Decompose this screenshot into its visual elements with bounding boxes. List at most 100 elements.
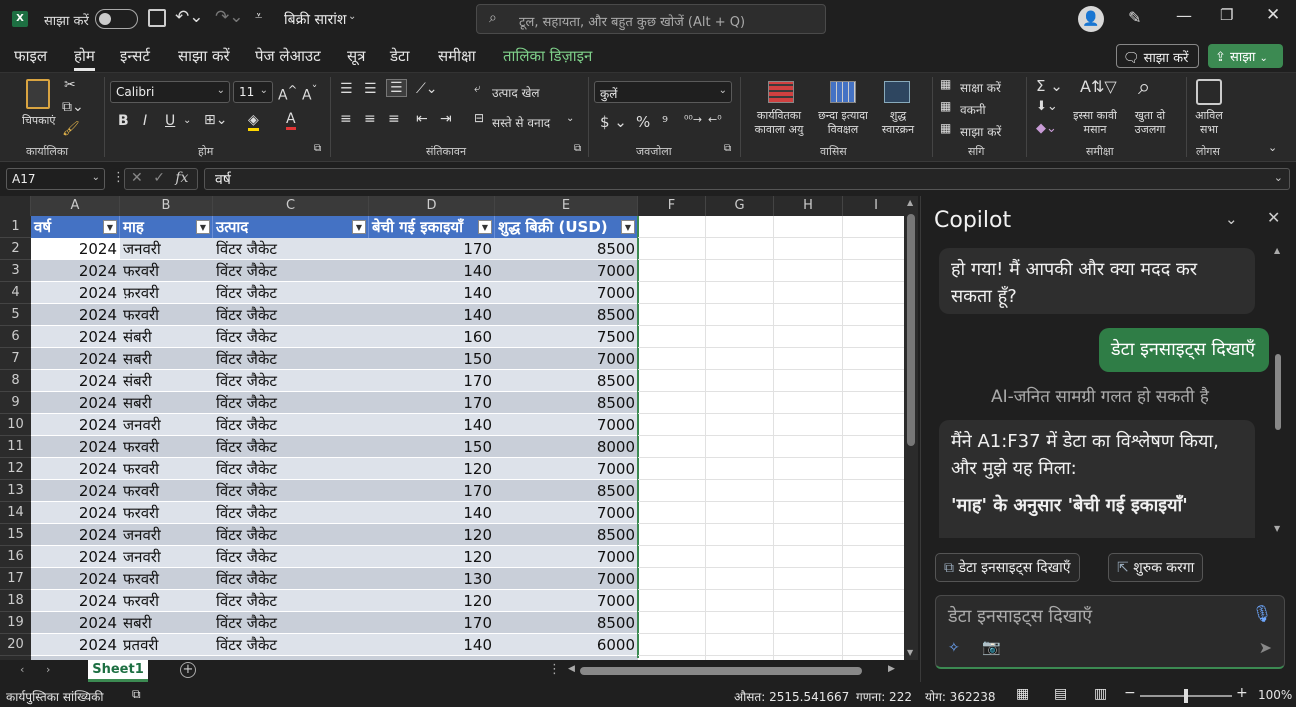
dialog-launcher-icon[interactable]: ⧉	[724, 143, 731, 154]
table-cell[interactable]: फरवरी	[120, 436, 213, 458]
vertical-scrollbar[interactable]: ▲ ▼	[904, 196, 918, 660]
align-bottom-icon[interactable]: ☰	[386, 79, 407, 97]
table-cell[interactable]: 140	[369, 282, 495, 304]
format-painter-icon[interactable]: 🖌	[62, 121, 80, 137]
table-header-cell[interactable]: वर्ष ▼	[31, 216, 120, 238]
table-cell[interactable]: संबरी	[120, 326, 213, 348]
cancel-icon[interactable]: ✕	[131, 170, 143, 186]
delete-cells-label[interactable]: वकनी	[960, 101, 986, 118]
find-select-label[interactable]: खुता दो उजलगा	[1126, 109, 1174, 137]
column-header-b[interactable]: B	[120, 196, 213, 216]
normal-view-icon[interactable]: ▦	[1016, 686, 1029, 702]
table-cell[interactable]: विंटर जैकेट	[213, 414, 369, 436]
filter-dropdown-icon[interactable]: ▼	[352, 220, 366, 234]
table-cell[interactable]: 8500	[495, 370, 638, 392]
row-header[interactable]: 2	[0, 238, 31, 260]
clear-icon[interactable]: ◆⌄	[1036, 121, 1057, 136]
italic-icon[interactable]: I	[143, 113, 147, 129]
table-cell[interactable]: 7000	[495, 546, 638, 568]
share-green-button[interactable]: ⇪ साझा ⌄	[1208, 44, 1283, 68]
hscroll-left-icon[interactable]: ◀	[568, 664, 575, 674]
row-header[interactable]: 7	[0, 348, 31, 370]
find-select-icon[interactable]: ⌕	[1138, 75, 1150, 100]
percent-icon[interactable]: %	[636, 113, 650, 131]
table-cell[interactable]: 170	[369, 612, 495, 634]
table-cell[interactable]: 7000	[495, 282, 638, 304]
copilot-options-icon[interactable]: ⌄	[1225, 210, 1238, 228]
table-cell[interactable]: 2024	[31, 392, 120, 414]
align-top-icon[interactable]: ☰	[340, 81, 353, 97]
table-cell[interactable]: 8500	[495, 392, 638, 414]
table-cell[interactable]: फरवरी	[120, 568, 213, 590]
avatar[interactable]: 👤	[1078, 6, 1104, 32]
column-header-c[interactable]: C	[213, 196, 369, 216]
chat-scroll-down-icon[interactable]: ▼	[1274, 524, 1280, 533]
table-cell[interactable]: विंटर जैकेट	[213, 568, 369, 590]
customize-icon[interactable]: ⩡	[255, 9, 262, 24]
table-cell[interactable]: सबरी	[120, 612, 213, 634]
expand-formula-icon[interactable]: ⌄	[1274, 171, 1283, 184]
row-header[interactable]: 1	[0, 216, 31, 238]
table-cell[interactable]: विंटर जैकेट	[213, 546, 369, 568]
table-cell[interactable]: विंटर जैकेट	[213, 590, 369, 612]
shrink-font-icon[interactable]: Aˇ	[302, 83, 317, 104]
tab-home[interactable]: होम	[74, 46, 95, 71]
table-cell[interactable]: 7000	[495, 414, 638, 436]
table-cell[interactable]: विंटर जैकेट	[213, 480, 369, 502]
redo-icon[interactable]: ↷⌄	[215, 7, 244, 27]
table-cell[interactable]: 8500	[495, 612, 638, 634]
file-name[interactable]: बिक्री सारांश	[284, 10, 346, 29]
align-middle-icon[interactable]: ☰	[364, 81, 377, 97]
add-ins-label[interactable]: आविल सभा	[1192, 109, 1226, 137]
table-cell[interactable]: विंटर जैकेट	[213, 392, 369, 414]
table-cell[interactable]: विंटर जैकेट	[213, 326, 369, 348]
table-cell[interactable]: विंटर जैकेट	[213, 282, 369, 304]
decrease-decimal-icon[interactable]: ←⁰	[708, 113, 722, 126]
fill-color-icon[interactable]: ◈	[248, 112, 259, 131]
insert-cells-icon[interactable]: ▦	[940, 77, 951, 91]
merge-icon[interactable]: ⊟	[474, 111, 484, 125]
cut-icon[interactable]: ✂	[64, 77, 76, 93]
paste-label[interactable]: चिपकाएं	[22, 113, 55, 128]
table-cell[interactable]: 2024	[31, 260, 120, 282]
table-cell[interactable]: 6000	[495, 634, 638, 656]
zoom-level[interactable]: 100%	[1258, 688, 1292, 702]
hscroll-right-icon[interactable]: ▶	[888, 664, 895, 674]
column-header-f[interactable]: F	[638, 196, 706, 216]
table-cell[interactable]: विंटर जैकेट	[213, 304, 369, 326]
copilot-close-icon[interactable]: ✕	[1267, 208, 1280, 227]
column-header-a[interactable]: A	[31, 196, 120, 216]
table-cell[interactable]: 160	[369, 326, 495, 348]
table-cell[interactable]: 2024	[31, 480, 120, 502]
table-cell[interactable]: 7000	[495, 260, 638, 282]
filter-dropdown-icon[interactable]: ▼	[103, 220, 117, 234]
borders-icon[interactable]: ⊞⌄	[204, 112, 227, 128]
share-button[interactable]: 🗨 साझा करें	[1116, 44, 1199, 68]
table-cell[interactable]: 2024	[31, 370, 120, 392]
table-cell[interactable]: 8500	[495, 238, 638, 260]
table-cell[interactable]: विंटर जैकेट	[213, 370, 369, 392]
table-cell[interactable]: विंटर जैकेट	[213, 612, 369, 634]
function-icon[interactable]: fx	[175, 170, 188, 186]
table-cell[interactable]: 150	[369, 348, 495, 370]
table-cell[interactable]: 2024	[31, 458, 120, 480]
name-box[interactable]: A17 ⌄	[6, 168, 105, 190]
table-cell[interactable]: सबरी	[120, 392, 213, 414]
format-as-table-label[interactable]: छन्दा इत्यादा विवक्षल	[816, 109, 870, 137]
table-cell[interactable]: 170	[369, 370, 495, 392]
fill-icon[interactable]: ⬇⌄	[1036, 99, 1058, 114]
table-cell[interactable]: 2024	[31, 304, 120, 326]
chat-scroll-thumb[interactable]	[1275, 354, 1281, 430]
underline-icon[interactable]: U	[165, 113, 175, 129]
filter-dropdown-icon[interactable]: ▼	[478, 220, 492, 234]
cell-styles-label[interactable]: शुद्ध स्वारक्रन	[874, 109, 922, 137]
table-cell[interactable]: विंटर जैकेट	[213, 458, 369, 480]
more-sheets-icon[interactable]: ⋮	[548, 662, 561, 677]
prompt-box[interactable]: डेटा इनसाइट्स दिखाएँ 🎙 ✧ 📷 ➤	[935, 595, 1285, 669]
table-cell[interactable]: 2024	[31, 348, 120, 370]
accessibility-icon[interactable]: ⧉	[132, 687, 141, 702]
tab-data[interactable]: डेटा	[390, 46, 409, 66]
dialog-launcher-icon[interactable]: ⧉	[574, 143, 581, 154]
select-all-corner[interactable]	[0, 196, 31, 216]
merge-dropdown-icon[interactable]: ⌄	[566, 113, 574, 124]
